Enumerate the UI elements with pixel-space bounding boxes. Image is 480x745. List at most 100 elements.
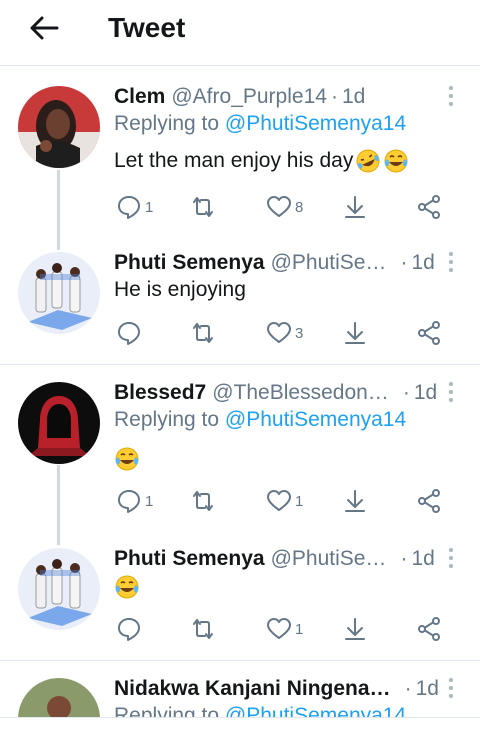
- more-vert-icon[interactable]: [446, 380, 456, 404]
- reply-count: 1: [145, 492, 154, 510]
- timestamp[interactable]: 1d: [411, 251, 434, 275]
- retweet-button[interactable]: [190, 318, 219, 348]
- replying-to: Replying to @PhutiSemenya14: [114, 112, 406, 136]
- rofl-emoji-icon: [356, 149, 380, 173]
- tweet-phuti-2[interactable]: Phuti Semenya @PhutiSe… · 1d 1: [0, 544, 480, 654]
- avatar[interactable]: [18, 548, 100, 630]
- page-title: Tweet: [108, 12, 186, 43]
- download-icon: [345, 490, 365, 512]
- joy-emoji-icon: [384, 149, 408, 173]
- tweet-text: He is enjoying: [114, 278, 246, 302]
- share-icon: [418, 195, 440, 219]
- joy-emoji-icon: [115, 575, 139, 599]
- tweet-header: Blessed7 @TheBlessedon… · 1d: [114, 378, 440, 408]
- author-name[interactable]: Phuti Semenya: [114, 251, 265, 275]
- author-name[interactable]: Clem: [114, 85, 165, 109]
- download-icon: [345, 322, 365, 344]
- tweet-header: Nidakwa Kanjani Ningena… · 1d: [114, 674, 440, 704]
- download-button[interactable]: [342, 318, 368, 348]
- replying-handle[interactable]: @PhutiSemenya14: [225, 704, 406, 717]
- download-button[interactable]: [342, 614, 368, 644]
- tweet-actions: 1 1: [116, 486, 456, 516]
- avatar[interactable]: [18, 382, 100, 464]
- reply-button[interactable]: 1: [116, 192, 153, 222]
- joy-emoji-icon: [115, 447, 139, 471]
- separator-dot: ·: [404, 677, 412, 700]
- download-button[interactable]: [342, 192, 368, 222]
- author-name[interactable]: Nidakwa Kanjani Ningena…: [114, 677, 391, 701]
- download-button[interactable]: [342, 486, 368, 516]
- author-name[interactable]: Phuti Semenya: [114, 547, 265, 571]
- author-handle[interactable]: @PhutiSe…: [271, 251, 387, 275]
- like-count: 8: [295, 198, 304, 216]
- author-handle[interactable]: @Afro_Purple14: [171, 85, 327, 109]
- tweet-blessed7[interactable]: Blessed7 @TheBlessedon… · 1d Replying to…: [0, 378, 480, 528]
- share-button[interactable]: [416, 318, 442, 348]
- author-name[interactable]: Blessed7: [114, 381, 206, 405]
- reply-composer-bar[interactable]: [0, 717, 480, 745]
- tweet-header: Clem @Afro_Purple14 · 1d: [114, 82, 440, 112]
- avatar[interactable]: [18, 678, 100, 717]
- reply-icon: [118, 322, 140, 345]
- retweet-button[interactable]: [190, 614, 219, 644]
- avatar[interactable]: [18, 86, 100, 168]
- timestamp[interactable]: 1d: [414, 381, 437, 405]
- replying-handle[interactable]: @PhutiSemenya14: [225, 408, 406, 431]
- back-button[interactable]: [24, 12, 64, 44]
- like-button[interactable]: 1: [266, 486, 303, 516]
- like-button[interactable]: 8: [266, 192, 303, 222]
- tweet-actions: 3: [116, 318, 456, 348]
- replying-prefix: Replying to: [114, 704, 220, 717]
- reply-button[interactable]: [116, 614, 145, 644]
- share-button[interactable]: [416, 486, 442, 516]
- share-icon: [418, 489, 440, 513]
- reply-icon: [118, 618, 140, 641]
- retweet-button[interactable]: [190, 192, 219, 222]
- separator-dot: ·: [400, 251, 408, 274]
- timestamp[interactable]: 1d: [411, 547, 434, 571]
- heart-icon: [267, 196, 291, 217]
- separator-dot: ·: [330, 85, 338, 108]
- share-button[interactable]: [416, 192, 442, 222]
- reply-button[interactable]: 1: [116, 486, 153, 516]
- avatar[interactable]: [18, 252, 100, 334]
- replying-prefix: Replying to: [114, 408, 220, 431]
- heart-icon: [267, 490, 291, 511]
- arrow-left-icon: [30, 16, 59, 40]
- tweet-body: Let the man enjoy his day: [114, 149, 354, 172]
- timestamp[interactable]: 1d: [342, 85, 365, 109]
- like-button[interactable]: 1: [266, 614, 303, 644]
- like-count: 1: [295, 492, 304, 510]
- separator-dot: ·: [400, 547, 408, 570]
- more-vert-icon[interactable]: [446, 546, 456, 570]
- reply-count: 1: [145, 198, 154, 216]
- retweet-icon: [193, 619, 213, 639]
- more-vert-icon[interactable]: [446, 84, 456, 108]
- author-handle[interactable]: @TheBlessedon…: [212, 381, 389, 405]
- reply-button[interactable]: [116, 318, 145, 348]
- timestamp[interactable]: 1d: [416, 677, 439, 701]
- download-icon: [345, 196, 365, 218]
- tweet-phuti-1[interactable]: Phuti Semenya @PhutiSe… · 1d He is enjoy…: [0, 248, 480, 358]
- heart-icon: [267, 618, 291, 639]
- tweet-text: [114, 574, 140, 600]
- tweet-clem[interactable]: Clem @Afro_Purple14 · 1d Replying to @Ph…: [0, 82, 480, 234]
- separator-dot: ·: [402, 381, 410, 404]
- tweet-text: Let the man enjoy his day: [114, 148, 409, 174]
- retweet-button[interactable]: [190, 486, 219, 516]
- replying-prefix: Replying to: [114, 112, 220, 135]
- tweet-text: [114, 446, 140, 472]
- divider: [0, 660, 480, 661]
- like-button[interactable]: 3: [266, 318, 303, 348]
- share-button[interactable]: [416, 614, 442, 644]
- more-vert-icon[interactable]: [446, 250, 456, 274]
- share-icon: [418, 321, 440, 345]
- tweet-nidakwa[interactable]: Nidakwa Kanjani Ningena… · 1d Replying t…: [0, 674, 480, 717]
- replying-handle[interactable]: @PhutiSemenya14: [225, 112, 406, 135]
- author-handle[interactable]: @PhutiSe…: [271, 547, 387, 571]
- tweet-actions: 1: [116, 614, 456, 644]
- like-count: 1: [295, 620, 304, 638]
- more-vert-icon[interactable]: [446, 676, 456, 700]
- reply-icon: [118, 196, 140, 219]
- share-icon: [418, 617, 440, 641]
